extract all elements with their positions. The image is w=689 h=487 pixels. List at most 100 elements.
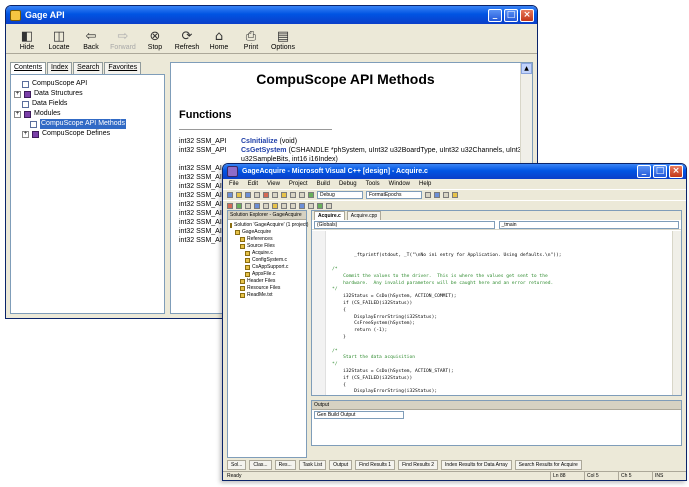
scope-combo[interactable]: (Globals) (314, 221, 495, 229)
tool-tab-clas[interactable]: Clas... (249, 459, 272, 470)
tool-tab-res[interactable]: Res... (274, 459, 296, 470)
cut-icon[interactable] (263, 192, 269, 198)
expand-icon[interactable]: + (14, 90, 21, 98)
save-icon[interactable] (245, 192, 251, 198)
options-button[interactable]: ▤ Options (268, 29, 298, 51)
redo-icon[interactable] (299, 192, 305, 198)
code-line: */ (332, 362, 338, 368)
vs-minimize-button[interactable]: _ (637, 165, 651, 178)
editor-scrollbar[interactable] (672, 231, 681, 395)
locate-button[interactable]: ◫ Locate (44, 29, 74, 51)
tool-tab-find-results-2[interactable]: Find Results 2 (398, 459, 439, 470)
menu-debug[interactable]: Debug (339, 179, 357, 189)
help-titlebar[interactable]: Gage API _ □ × (6, 6, 537, 24)
vs-close-button[interactable]: × (669, 165, 683, 178)
toolbox-icon[interactable] (452, 192, 458, 198)
folder-icon (240, 279, 245, 284)
tree-item-compuscope-api-methods[interactable]: CompuScope API Methods (14, 119, 161, 129)
outdent-icon[interactable] (290, 203, 296, 209)
config-combo[interactable]: Debug (317, 191, 363, 199)
menu-file[interactable]: File (229, 179, 239, 189)
menu-view[interactable]: View (267, 179, 280, 189)
tab-search[interactable]: Search (73, 62, 104, 74)
solution-item-gageacquire[interactable]: GageAcquire (230, 229, 304, 236)
bookmark-icon[interactable] (272, 203, 278, 209)
platform-combo[interactable]: FormatEpochs (366, 191, 422, 199)
menu-tools[interactable]: Tools (366, 179, 380, 189)
tree-item-data-structures[interactable]: + Data Structures (14, 89, 161, 99)
menu-edit[interactable]: Edit (248, 179, 258, 189)
solution-item-acquire-c[interactable]: Acquire.c (230, 250, 304, 257)
function-link[interactable]: CsGetSystem (241, 147, 287, 154)
paste-icon[interactable] (281, 192, 287, 198)
tree-item-modules[interactable]: + Modules (14, 109, 161, 119)
vs-titlebar[interactable]: GageAcquire - Microsoft Visual C++ [desi… (223, 164, 686, 179)
close-button[interactable]: × (520, 8, 534, 22)
tool-tab-task-list[interactable]: Task List (298, 459, 327, 470)
tab-index[interactable]: Index (47, 62, 73, 74)
next-bookmark-icon[interactable] (299, 203, 305, 209)
print-button[interactable]: ⎙ Print (236, 29, 266, 51)
tool-tab-index-results-for-data-array[interactable]: Index Results for Data Array (441, 459, 512, 470)
tab-contents[interactable]: Contents (10, 62, 47, 74)
expand-icon[interactable]: + (22, 130, 29, 138)
forward-button[interactable]: ⇨ Forward (108, 29, 138, 51)
refresh-button[interactable]: ⟳ Refresh (172, 29, 202, 51)
prev-bookmark-icon[interactable] (308, 203, 314, 209)
open-file-icon[interactable] (236, 192, 242, 198)
solution-item-appsfile-c[interactable]: AppsFile.c (230, 271, 304, 278)
start-debug-icon[interactable] (308, 192, 314, 198)
stop-button[interactable]: ⊗ Stop (140, 29, 170, 51)
uncomment-icon[interactable] (263, 203, 269, 209)
indent-icon[interactable] (281, 203, 287, 209)
back-button[interactable]: ⇦ Back (76, 29, 106, 51)
solution-item-source-files[interactable]: Source Files (230, 243, 304, 250)
step-over-icon[interactable] (326, 203, 332, 209)
solution-item-references[interactable]: References (230, 236, 304, 243)
hide-button[interactable]: ◧ Hide (12, 29, 42, 51)
solution-item-readme-txt[interactable]: ReadMe.txt (230, 292, 304, 299)
tab-favorites[interactable]: Favorites (104, 62, 142, 74)
solution-item-header-files[interactable]: Header Files (230, 278, 304, 285)
vs-maximize-button[interactable]: □ (653, 165, 667, 178)
maximize-button[interactable]: □ (504, 8, 518, 22)
code-editor: Acquire.c Acquire.cpp (Globals) _tmain _f… (311, 210, 682, 396)
home-button[interactable]: ⌂ Home (204, 29, 234, 51)
tool-tab-search-results-for-acquire[interactable]: Search Results for Acquire (514, 459, 582, 470)
scroll-up-icon[interactable]: ▲ (521, 63, 532, 74)
undo-icon[interactable] (290, 192, 296, 198)
doc-tab-acquire-c[interactable]: Acquire.c (314, 211, 345, 220)
tree-item-compuscope-api[interactable]: CompuScope API (14, 79, 161, 89)
tool-tab-output[interactable]: Output (329, 459, 353, 470)
output-source-combo[interactable]: Gen Build Output (314, 411, 404, 419)
rebuild-icon[interactable] (236, 203, 242, 209)
tree-item-data-fields[interactable]: Data Fields (14, 99, 161, 109)
save-all-icon[interactable] (254, 192, 260, 198)
menu-build[interactable]: Build (317, 179, 330, 189)
solution-item-resource-files[interactable]: Resource Files (230, 285, 304, 292)
cancel-build-icon[interactable] (245, 203, 251, 209)
step-into-icon[interactable] (317, 203, 323, 209)
function-link[interactable]: CsInitialize (241, 138, 278, 145)
tool-tab-find-results-1[interactable]: Find Results 1 (355, 459, 396, 470)
doc-tab-acquire-cpp[interactable]: Acquire.cpp (346, 211, 382, 220)
member-combo[interactable]: _tmain (498, 221, 679, 229)
menu-project[interactable]: Project (289, 179, 308, 189)
build-icon[interactable] (227, 203, 233, 209)
menu-help[interactable]: Help (419, 179, 431, 189)
menu-window[interactable]: Window (389, 179, 410, 189)
copy-icon[interactable] (272, 192, 278, 198)
solution-item-csappsupport-c[interactable]: CsAppSupport.c (230, 264, 304, 271)
comment-icon[interactable] (254, 203, 260, 209)
solution-item-configsystem-c[interactable]: ConfigSystem.c (230, 257, 304, 264)
minimize-button[interactable]: _ (488, 8, 502, 22)
properties-icon[interactable] (443, 192, 449, 198)
solution-explorer-icon[interactable] (434, 192, 440, 198)
tool-tab-sol[interactable]: Sol... (227, 459, 247, 470)
solution-item-solution-gageacquire-1-project[interactable]: Solution 'GageAcquire' (1 project) (230, 222, 308, 229)
tree-item-compuscope-defines[interactable]: + CompuScope Defines (14, 129, 161, 139)
code-text-area[interactable]: _ftprintf(stdout, _T("\nNo ini entry for… (312, 231, 671, 395)
expand-icon[interactable]: + (14, 110, 21, 118)
new-project-icon[interactable] (227, 192, 233, 198)
find-icon[interactable] (425, 192, 431, 198)
